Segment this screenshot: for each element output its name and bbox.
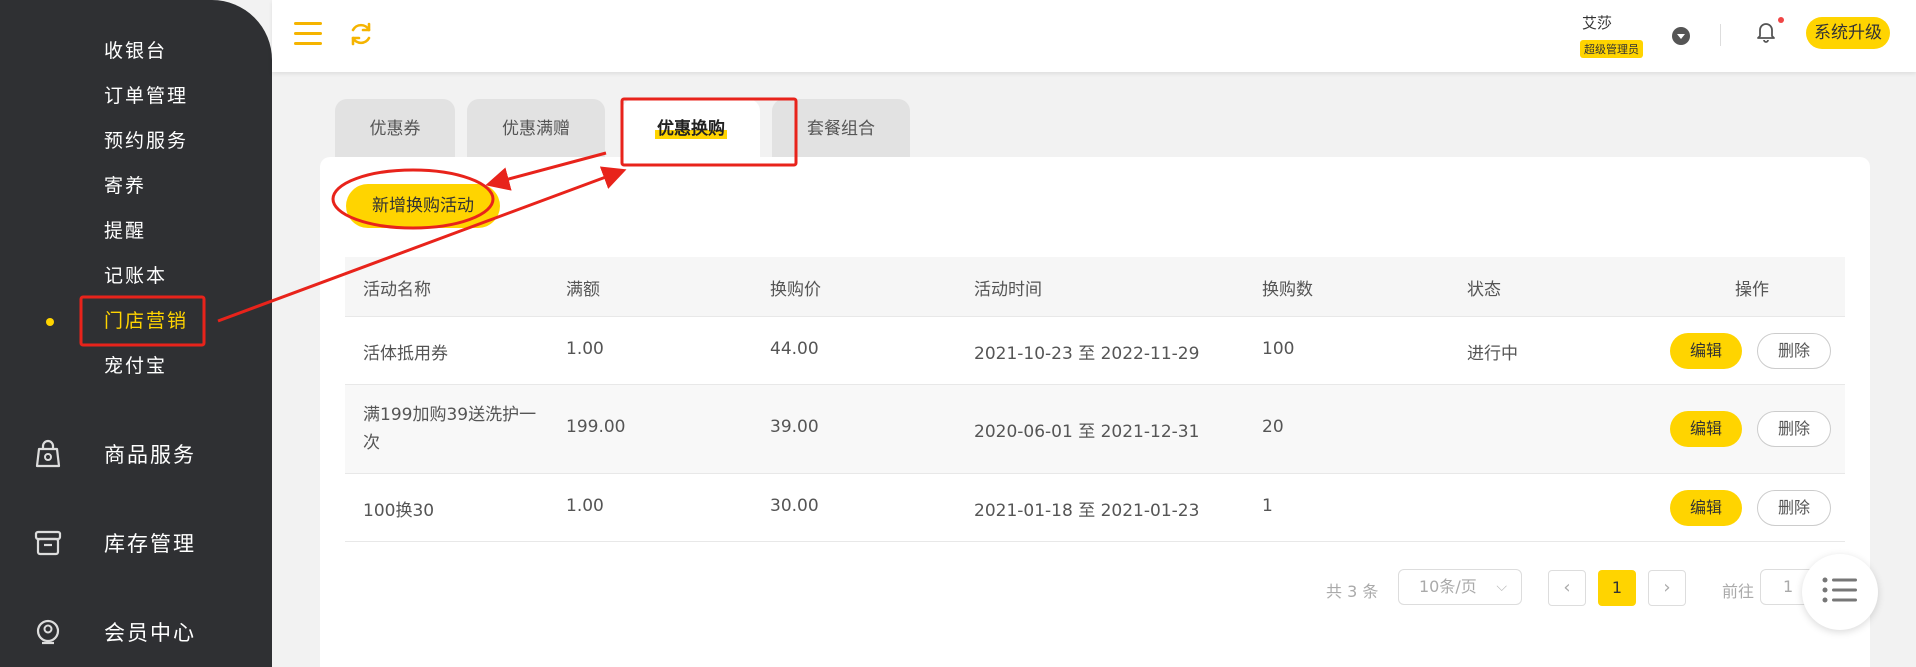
sidebar-item-members[interactable]: 会员中心 [30, 612, 196, 652]
chevron-down-icon[interactable] [1672, 27, 1690, 45]
column-header: 换购价 [770, 280, 821, 300]
system-upgrade-button[interactable]: 系统升级 [1806, 17, 1890, 49]
page-size-value: 10条/页 [1419, 577, 1477, 596]
table-row: 活体抵用券 1.00 44.00 2021-10-23 至 2022-11-29… [345, 317, 1845, 385]
delete-button[interactable]: 删除 [1757, 411, 1831, 447]
column-header: 操作 [1735, 280, 1769, 300]
sidebar: 收银台 订单管理 预约服务 寄养 提醒 记账本 门店营销 宠付宝 商品服务 库存… [0, 0, 272, 667]
sidebar-item-inventory[interactable]: 库存管理 [30, 523, 196, 563]
sidebar-item-ledger[interactable]: 记账本 [104, 261, 167, 291]
column-header: 活动时间 [974, 280, 1042, 300]
tab-label: 优惠券 [369, 119, 421, 139]
active-indicator-dot [46, 318, 54, 326]
cell-price: 39.00 [770, 417, 819, 437]
sidebar-item-appointments[interactable]: 预约服务 [104, 126, 188, 156]
cell-name: 100换30 [363, 501, 435, 521]
edit-button[interactable]: 编辑 [1670, 411, 1742, 447]
next-page-button[interactable]: › [1648, 570, 1686, 606]
delete-button[interactable]: 删除 [1757, 490, 1831, 526]
edit-button[interactable]: 编辑 [1670, 333, 1742, 369]
cell-name: 满199加购39送洗护一次 [363, 405, 537, 453]
user-role-badge: 超级管理员 [1580, 40, 1643, 58]
pagination-total: 共 3 条 [1326, 582, 1379, 601]
page-size-select[interactable]: 10条/页 ⌵ [1398, 569, 1522, 605]
sidebar-item-store-marketing[interactable]: 门店营销 [104, 306, 188, 336]
user-name: 艾莎 [1582, 14, 1613, 32]
archive-box-icon [30, 525, 66, 561]
chevron-right-icon: › [1663, 577, 1671, 598]
column-header: 满额 [566, 280, 600, 300]
menu-toggle-icon[interactable] [294, 22, 322, 46]
add-exchange-activity-button[interactable]: 新增换购活动 [346, 184, 500, 228]
tab-package-combo[interactable]: 套餐组合 [772, 99, 910, 159]
column-header: 活动名称 [363, 280, 431, 300]
sidebar-item-pet-pay[interactable]: 宠付宝 [104, 351, 167, 381]
list-icon [1821, 575, 1859, 609]
sidebar-item-label: 库存管理 [104, 532, 196, 556]
member-icon [30, 614, 66, 650]
floating-menu-button[interactable] [1802, 554, 1878, 630]
table-header: 活动名称 满额 换购价 活动时间 换购数 状态 操作 [345, 257, 1845, 317]
chevron-left-icon: ‹ [1563, 577, 1571, 598]
cell-price: 44.00 [770, 339, 819, 359]
chevron-down-icon: ⌵ [1496, 579, 1507, 595]
sidebar-item-products[interactable]: 商品服务 [30, 434, 196, 474]
cell-time: 2020-06-01 至 2021-12-31 [974, 422, 1200, 442]
page-number-button[interactable]: 1 [1598, 570, 1636, 606]
cell-threshold: 1.00 [566, 496, 604, 516]
top-header [272, 0, 1916, 72]
edit-button[interactable]: 编辑 [1670, 490, 1742, 526]
tab-label: 优惠换购 [655, 119, 727, 139]
cell-threshold: 199.00 [566, 417, 626, 437]
header-divider [1720, 24, 1721, 46]
table-row: 100换30 1.00 30.00 2021-01-18 至 2021-01-2… [345, 474, 1845, 542]
sidebar-item-reminders[interactable]: 提醒 [104, 216, 146, 246]
cell-count: 20 [1262, 417, 1284, 437]
cell-count: 100 [1262, 339, 1295, 359]
sidebar-item-label: 商品服务 [104, 443, 196, 467]
tab-exchange-purchase[interactable]: 优惠换购 [622, 99, 760, 159]
cell-threshold: 1.00 [566, 339, 604, 359]
goto-label: 前往 [1722, 582, 1755, 601]
sidebar-item-orders[interactable]: 订单管理 [104, 81, 188, 111]
sidebar-item-label: 会员中心 [104, 621, 196, 645]
bell-icon[interactable] [1756, 21, 1776, 43]
activity-table: 活动名称 满额 换购价 活动时间 换购数 状态 操作 活体抵用券 1.00 44… [345, 257, 1845, 542]
table-row: 满199加购39送洗护一次 199.00 39.00 2020-06-01 至 … [345, 385, 1845, 474]
cell-status: 进行中 [1467, 344, 1518, 364]
cell-time: 2021-10-23 至 2022-11-29 [974, 344, 1200, 364]
sidebar-item-boarding[interactable]: 寄养 [104, 171, 146, 201]
notification-dot [1778, 17, 1784, 23]
column-header: 换购数 [1262, 280, 1313, 300]
prev-page-button[interactable]: ‹ [1548, 570, 1586, 606]
cell-name: 活体抵用券 [363, 344, 448, 364]
tab-coupons[interactable]: 优惠券 [335, 99, 455, 159]
refresh-icon[interactable] [348, 21, 374, 47]
cell-count: 1 [1262, 496, 1273, 516]
bag-icon [30, 436, 66, 472]
tab-full-gift[interactable]: 优惠满赠 [467, 99, 605, 159]
column-header: 状态 [1467, 280, 1501, 300]
cell-time: 2021-01-18 至 2021-01-23 [974, 501, 1200, 521]
tab-label: 套餐组合 [807, 119, 875, 139]
delete-button[interactable]: 删除 [1757, 333, 1831, 369]
cell-price: 30.00 [770, 496, 819, 516]
sidebar-item-cashier[interactable]: 收银台 [104, 36, 167, 66]
tab-label: 优惠满赠 [502, 119, 570, 139]
